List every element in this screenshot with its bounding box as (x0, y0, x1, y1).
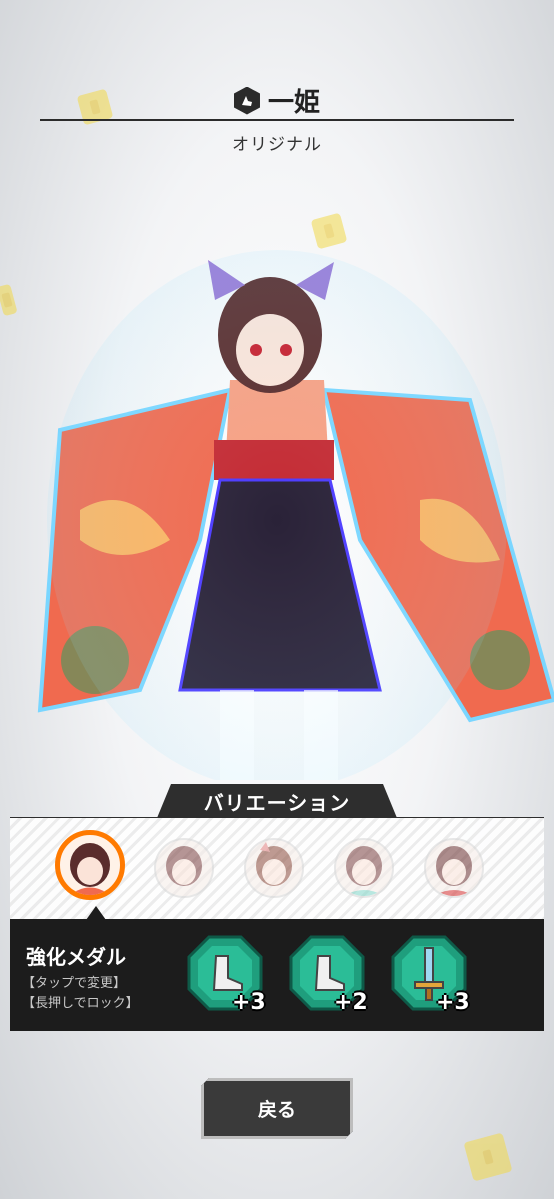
variation-item-4[interactable] (334, 838, 394, 898)
outfit-subtitle: オリジナル (232, 135, 322, 155)
selection-pointer (86, 906, 106, 920)
medal-hint-hold: 【長押しでロック】 (22, 996, 139, 1011)
variation-item-original[interactable] (55, 830, 125, 900)
coin-decoration (463, 1132, 513, 1182)
medal-level: +3 (436, 990, 470, 1015)
medal-title: 強化メダル (26, 945, 126, 969)
variation-item-3[interactable] (244, 838, 304, 898)
medal-slot-3[interactable]: +3 (390, 934, 470, 1016)
character-portrait-icon (344, 846, 384, 896)
character-portrait-icon (434, 846, 474, 896)
medal-level: +2 (334, 990, 368, 1015)
medal-slot-2[interactable]: +2 (288, 934, 368, 1016)
variation-title: バリエーション (157, 784, 397, 818)
character-model[interactable] (0, 240, 554, 780)
medal-hint-tap: 【タップで変更】 (22, 976, 127, 991)
medal-slot-1[interactable]: +3 (186, 934, 266, 1016)
back-button[interactable]: 戻る (201, 1078, 353, 1139)
character-portrait-icon (256, 842, 292, 886)
header-divider (40, 119, 514, 121)
character-portrait-icon (166, 846, 202, 886)
variation-item-2[interactable] (154, 838, 214, 898)
character-header: 一姫 (0, 82, 554, 119)
character-name: 一姫 (267, 88, 320, 118)
cat-paw-icon (233, 86, 260, 115)
variation-item-5[interactable] (424, 838, 484, 898)
character-portrait-icon (70, 843, 110, 895)
medal-level: +3 (232, 990, 266, 1015)
